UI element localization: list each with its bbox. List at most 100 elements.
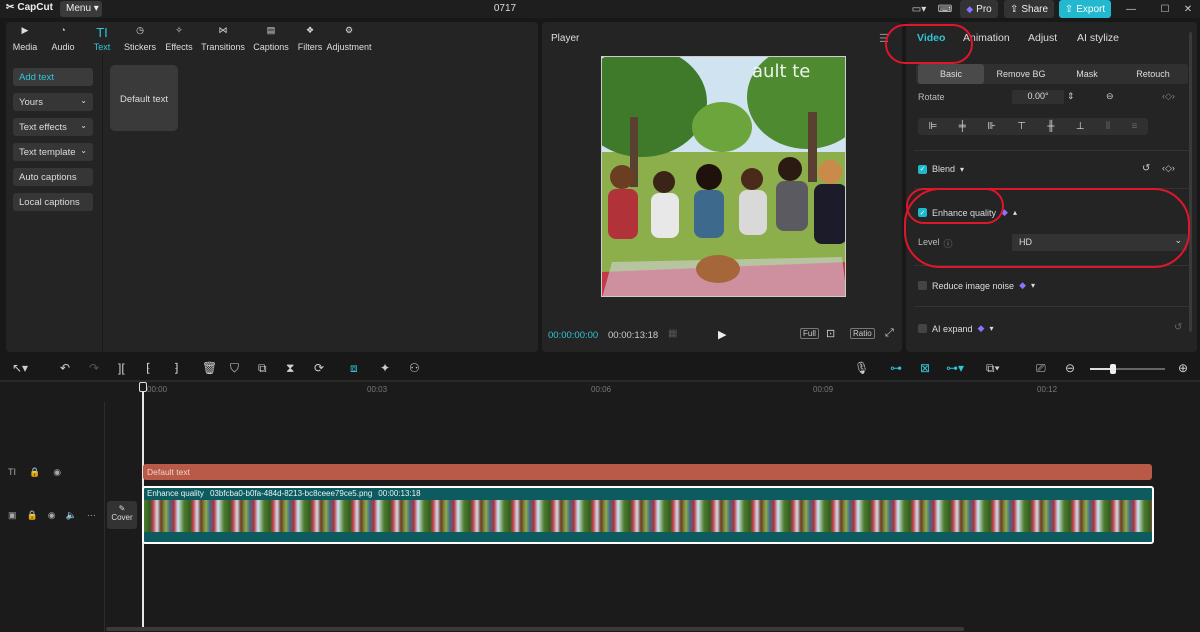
pro-button[interactable]: ◆ Pro xyxy=(960,0,998,18)
keyframe-icon[interactable]: ‹◇› xyxy=(1162,163,1175,174)
full-button[interactable]: Full xyxy=(800,328,819,339)
close-icon[interactable]: ✕ xyxy=(1180,0,1196,18)
keyframe-icon[interactable]: ‹◇› xyxy=(1162,91,1175,102)
split-right-icon[interactable]: ⁆ xyxy=(174,361,179,375)
chevron-down-icon: ▾ xyxy=(989,324,994,333)
align-left-icon[interactable]: ⊫ xyxy=(929,121,938,132)
hd-icon[interactable]: ⧈ xyxy=(350,361,358,376)
tab-media[interactable]: ▶ Media xyxy=(12,25,38,52)
tab-audio[interactable]: ◔ Audio xyxy=(50,25,76,52)
redo-icon[interactable]: ↷ xyxy=(89,361,99,375)
playhead-handle[interactable] xyxy=(139,382,147,392)
subtab-mask[interactable]: Mask xyxy=(1056,64,1118,84)
split-icon[interactable]: ][ xyxy=(118,361,125,375)
monitor-icon[interactable]: ⎚ xyxy=(1036,361,1046,376)
mirror-icon[interactable]: ⧗ xyxy=(286,361,294,376)
microphone-icon[interactable]: 🎙 xyxy=(854,361,869,375)
undo-icon[interactable]: ↶ xyxy=(60,361,70,375)
zoom-in-icon[interactable]: ⊕ xyxy=(1178,361,1188,375)
distribute-h-icon[interactable]: ⫴ xyxy=(1106,121,1110,132)
ai-expand-row[interactable]: AI expand ◆ ▾ xyxy=(918,323,993,334)
subtab-basic[interactable]: Basic xyxy=(918,64,984,84)
subtab-remove-bg[interactable]: Remove BG xyxy=(988,64,1054,84)
eye-icon[interactable]: ◉ xyxy=(53,467,61,478)
distribute-v-icon[interactable]: ≡ xyxy=(1131,121,1137,132)
ruler-label: 00:03 xyxy=(367,385,388,394)
delete-icon[interactable]: 🗑 xyxy=(202,361,217,375)
timeline-toolbar: ↖▾ ↶ ↷ ][ ⁅ ⁆ 🗑 ⛉ ⧉ ⧗ ⟳ ⧈ ✦ ⚇ 🎙 ⊶ ⊠ ⊶▾ ⧉… xyxy=(0,358,1200,380)
preview-frame[interactable]: ault te xyxy=(601,56,846,297)
magic-wand-icon[interactable]: ✦ xyxy=(380,361,390,375)
rotate-input[interactable]: 0.00° xyxy=(1012,90,1064,104)
adjustment-icon: ⚙ xyxy=(344,25,354,35)
tab-adjustment[interactable]: ⚙ Adjustment xyxy=(326,25,372,52)
shortcut-icon[interactable]: ⌨ xyxy=(934,0,956,18)
align-top-icon[interactable]: ⊤ xyxy=(1017,121,1026,132)
layout-icon[interactable]: ▭▾ xyxy=(906,0,932,18)
align-center-h-icon[interactable]: ╪ xyxy=(959,121,966,132)
text-clip[interactable]: Default text xyxy=(143,464,1152,480)
zoom-slider-thumb[interactable] xyxy=(1110,364,1116,374)
yours-item[interactable]: Yours ⌄ xyxy=(13,93,93,111)
add-person-icon[interactable]: ⚇ xyxy=(409,361,420,375)
video-clip[interactable]: Enhance quality 03bfcba0-b0fa-484d-8213-… xyxy=(142,486,1154,544)
play-icon[interactable]: ▶ xyxy=(718,328,726,341)
tab-transitions[interactable]: ⋈ Transitions xyxy=(201,25,245,52)
share-button[interactable]: ⇪ Share xyxy=(1004,0,1054,18)
cover-button[interactable]: ✎ Cover xyxy=(107,501,137,529)
waveform-icon: ▦ xyxy=(668,328,678,339)
more-icon[interactable]: ⋯ xyxy=(87,510,96,521)
scrollbar[interactable] xyxy=(1189,32,1192,332)
preview-axis-icon[interactable]: ⧉▾ xyxy=(986,361,1000,376)
stepper-icon[interactable]: ⇕ xyxy=(1067,91,1075,102)
text-effects-item[interactable]: Text effects ⌄ xyxy=(13,118,93,136)
tab-ai-stylize[interactable]: AI stylize xyxy=(1077,32,1119,44)
ai-expand-checkbox[interactable] xyxy=(918,324,927,333)
tab-stickers[interactable]: ◷ Stickers xyxy=(123,25,157,52)
lock-icon[interactable]: 🔒 xyxy=(29,467,40,478)
timeline-scrollbar[interactable] xyxy=(106,627,964,631)
transitions-icon: ⋈ xyxy=(218,25,228,35)
zoom-slider[interactable] xyxy=(1090,364,1165,374)
tab-filters[interactable]: ❖ Filters xyxy=(296,25,324,52)
tab-captions[interactable]: ▤ Captions xyxy=(252,25,290,52)
select-tool-icon[interactable]: ↖▾ xyxy=(12,361,28,375)
reduce-noise-checkbox[interactable] xyxy=(918,281,927,290)
blend-checkbox[interactable]: ✓ xyxy=(918,164,927,174)
crop-icon[interactable]: ⧉ xyxy=(258,361,267,376)
linkage-icon[interactable]: ⊶▾ xyxy=(946,361,964,375)
lock-icon[interactable]: 🔒 xyxy=(27,510,38,521)
rotate-dial-icon[interactable]: ⊖ xyxy=(1106,91,1114,102)
snap-icon[interactable]: ⊠ xyxy=(920,361,930,375)
ratio-button[interactable]: Ratio xyxy=(850,328,875,339)
minimize-icon[interactable]: — xyxy=(1122,0,1140,18)
maximize-icon[interactable]: ☐ xyxy=(1156,0,1174,18)
fullscreen-icon[interactable]: ⤢ xyxy=(885,327,894,340)
tab-text[interactable]: TI Text xyxy=(90,25,114,52)
reset-icon[interactable]: ↺ xyxy=(1174,322,1182,333)
align-bottom-icon[interactable]: ⊥ xyxy=(1076,121,1085,132)
marker-icon[interactable]: ⛉ xyxy=(230,361,239,376)
align-center-v-icon[interactable]: ╫ xyxy=(1047,121,1054,132)
reset-icon[interactable]: ↺ xyxy=(1142,163,1150,174)
link-icon[interactable]: ⊶ xyxy=(890,361,902,375)
add-text-button[interactable]: Add text xyxy=(13,68,93,86)
tab-adjust[interactable]: Adjust xyxy=(1028,32,1057,44)
export-button[interactable]: ⇧ Export xyxy=(1059,0,1111,18)
volume-icon[interactable]: 🔈 xyxy=(66,510,77,521)
tab-effects[interactable]: ✧ Effects xyxy=(164,25,194,52)
align-right-icon[interactable]: ⊪ xyxy=(987,121,996,132)
chevron-down-icon: ▾ xyxy=(1030,281,1035,290)
reduce-noise-row[interactable]: Reduce image noise ◆ ▾ xyxy=(918,280,1035,291)
rotate-icon[interactable]: ⟳ xyxy=(314,361,324,375)
blend-row[interactable]: ✓ Blend ▾ xyxy=(918,164,964,174)
eye-icon[interactable]: ◉ xyxy=(48,510,56,521)
zoom-out-icon[interactable]: ⊖ xyxy=(1065,361,1075,375)
auto-captions-item[interactable]: Auto captions xyxy=(13,168,93,186)
focus-icon[interactable]: ⊡ xyxy=(826,327,835,340)
local-captions-item[interactable]: Local captions xyxy=(13,193,93,211)
split-left-icon[interactable]: ⁅ xyxy=(146,361,151,375)
default-text-tile[interactable]: Default text xyxy=(110,65,178,131)
text-template-item[interactable]: Text template ⌄ xyxy=(13,143,93,161)
subtab-retouch[interactable]: Retouch xyxy=(1120,64,1186,84)
